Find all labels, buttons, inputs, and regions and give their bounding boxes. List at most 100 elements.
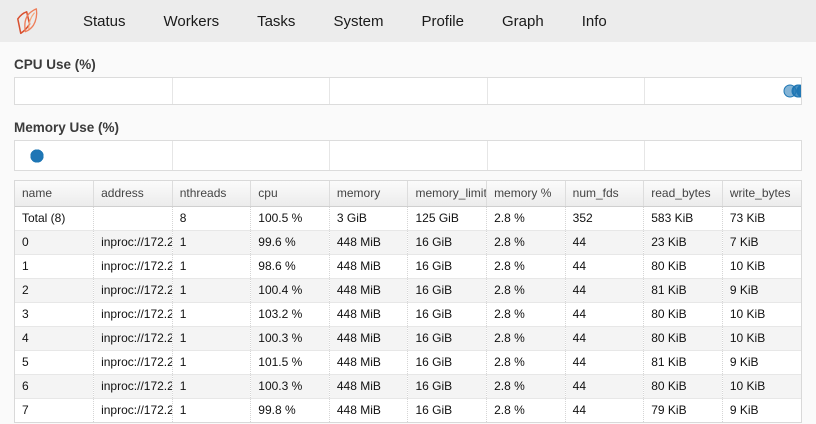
cell-write-bytes: 7 KiB (722, 230, 801, 254)
column-header-cpu[interactable]: cpu (251, 181, 330, 206)
column-header-address[interactable]: address (94, 181, 173, 206)
cell-nthreads: 1 (172, 254, 251, 278)
cell-name: 6 (15, 374, 94, 398)
cell-memory-: 2.8 % (487, 374, 566, 398)
cell-nthreads: 1 (172, 302, 251, 326)
cell-read-bytes: 81 KiB (644, 350, 723, 374)
cell-write-bytes: 73 KiB (722, 206, 801, 230)
cell-name: 2 (15, 278, 94, 302)
column-header-memory[interactable]: memory (329, 181, 408, 206)
cell-memory-limit: 16 GiB (408, 326, 487, 350)
cell-address: inproc://172.20 (94, 302, 173, 326)
cell-nthreads: 1 (172, 326, 251, 350)
table-row[interactable]: 3inproc://172.201103.2 %448 MiB16 GiB2.8… (15, 302, 801, 326)
cell-memory-: 2.8 % (487, 398, 566, 422)
cell-write-bytes: 10 KiB (722, 254, 801, 278)
dask-logo-icon[interactable] (10, 4, 44, 38)
column-header-num-fds[interactable]: num_fds (565, 181, 644, 206)
memory-use-plot[interactable] (14, 140, 802, 171)
cell-memory-limit: 125 GiB (408, 206, 487, 230)
nav-item-info[interactable]: Info (563, 4, 626, 39)
cell-nthreads: 1 (172, 278, 251, 302)
cell-cpu: 103.2 % (251, 302, 330, 326)
cpu-use-plot[interactable] (14, 77, 802, 105)
column-header-nthreads[interactable]: nthreads (172, 181, 251, 206)
table-row[interactable]: 5inproc://172.201101.5 %448 MiB16 GiB2.8… (15, 350, 801, 374)
cell-read-bytes: 80 KiB (644, 374, 723, 398)
worker-data-point[interactable] (31, 149, 44, 162)
cell-cpu: 101.5 % (251, 350, 330, 374)
table-row[interactable]: 6inproc://172.201100.3 %448 MiB16 GiB2.8… (15, 374, 801, 398)
cell-write-bytes: 10 KiB (722, 326, 801, 350)
plot-gridline (487, 78, 488, 104)
worker-data-point[interactable] (793, 85, 802, 98)
cell-memory-: 2.8 % (487, 302, 566, 326)
cell-cpu: 100.4 % (251, 278, 330, 302)
cell-memory-: 2.8 % (487, 254, 566, 278)
cell-memory-: 2.8 % (487, 278, 566, 302)
cell-address (94, 206, 173, 230)
column-header-write-bytes[interactable]: write_bytes (722, 181, 801, 206)
column-header-memory-[interactable]: memory % (487, 181, 566, 206)
column-header-read-bytes[interactable]: read_bytes (644, 181, 723, 206)
cell-write-bytes: 9 KiB (722, 398, 801, 422)
cell-name: 4 (15, 326, 94, 350)
cell-address: inproc://172.20 (94, 326, 173, 350)
table-row[interactable]: 2inproc://172.201100.4 %448 MiB16 GiB2.8… (15, 278, 801, 302)
cell-cpu: 99.8 % (251, 398, 330, 422)
cell-memory-: 2.8 % (487, 350, 566, 374)
cell-address: inproc://172.20 (94, 230, 173, 254)
workers-table-header: nameaddressnthreadscpumemorymemory_limit… (15, 181, 801, 206)
cell-num-fds: 44 (565, 278, 644, 302)
plot-gridline (172, 78, 173, 104)
table-row[interactable]: 7inproc://172.20199.8 %448 MiB16 GiB2.8 … (15, 398, 801, 422)
cell-memory-: 2.8 % (487, 206, 566, 230)
nav-item-workers[interactable]: Workers (145, 4, 239, 39)
cell-memory: 448 MiB (329, 302, 408, 326)
cell-name: Total (8) (15, 206, 94, 230)
cell-memory-limit: 16 GiB (408, 230, 487, 254)
cell-memory-limit: 16 GiB (408, 374, 487, 398)
table-row[interactable]: 0inproc://172.20199.6 %448 MiB16 GiB2.8 … (15, 230, 801, 254)
cell-name: 3 (15, 302, 94, 326)
cell-cpu: 100.3 % (251, 326, 330, 350)
cell-write-bytes: 10 KiB (722, 302, 801, 326)
cell-memory-limit: 16 GiB (408, 254, 487, 278)
cell-read-bytes: 79 KiB (644, 398, 723, 422)
workers-table: nameaddressnthreadscpumemorymemory_limit… (14, 180, 802, 423)
cpu-chart-title: CPU Use (%) (14, 57, 802, 72)
cell-write-bytes: 10 KiB (722, 374, 801, 398)
cell-memory: 448 MiB (329, 230, 408, 254)
cell-num-fds: 44 (565, 374, 644, 398)
cell-memory: 448 MiB (329, 278, 408, 302)
nav-item-system[interactable]: System (314, 4, 402, 39)
cell-num-fds: 44 (565, 254, 644, 278)
cell-read-bytes: 80 KiB (644, 326, 723, 350)
cell-read-bytes: 23 KiB (644, 230, 723, 254)
cell-nthreads: 1 (172, 374, 251, 398)
memory-chart-title: Memory Use (%) (14, 120, 802, 135)
cell-memory: 3 GiB (329, 206, 408, 230)
nav-item-profile[interactable]: Profile (402, 4, 483, 39)
nav-item-tasks[interactable]: Tasks (238, 4, 314, 39)
table-row[interactable]: Total (8)8100.5 %3 GiB125 GiB2.8 %352583… (15, 206, 801, 230)
nav-item-graph[interactable]: Graph (483, 4, 563, 39)
plot-gridline (172, 141, 173, 170)
cell-num-fds: 44 (565, 326, 644, 350)
column-header-name[interactable]: name (15, 181, 94, 206)
table-row[interactable]: 4inproc://172.201100.3 %448 MiB16 GiB2.8… (15, 326, 801, 350)
cell-address: inproc://172.20 (94, 278, 173, 302)
cell-nthreads: 1 (172, 350, 251, 374)
nav-item-status[interactable]: Status (64, 4, 145, 39)
cell-memory-limit: 16 GiB (408, 350, 487, 374)
table-row[interactable]: 1inproc://172.20198.6 %448 MiB16 GiB2.8 … (15, 254, 801, 278)
cell-read-bytes: 583 KiB (644, 206, 723, 230)
cell-memory: 448 MiB (329, 350, 408, 374)
column-header-memory-limit[interactable]: memory_limit (408, 181, 487, 206)
cell-memory-: 2.8 % (487, 230, 566, 254)
cell-memory-limit: 16 GiB (408, 278, 487, 302)
cell-memory-limit: 16 GiB (408, 398, 487, 422)
cell-name: 1 (15, 254, 94, 278)
cell-num-fds: 44 (565, 302, 644, 326)
top-navbar: StatusWorkersTasksSystemProfileGraphInfo (0, 0, 816, 42)
